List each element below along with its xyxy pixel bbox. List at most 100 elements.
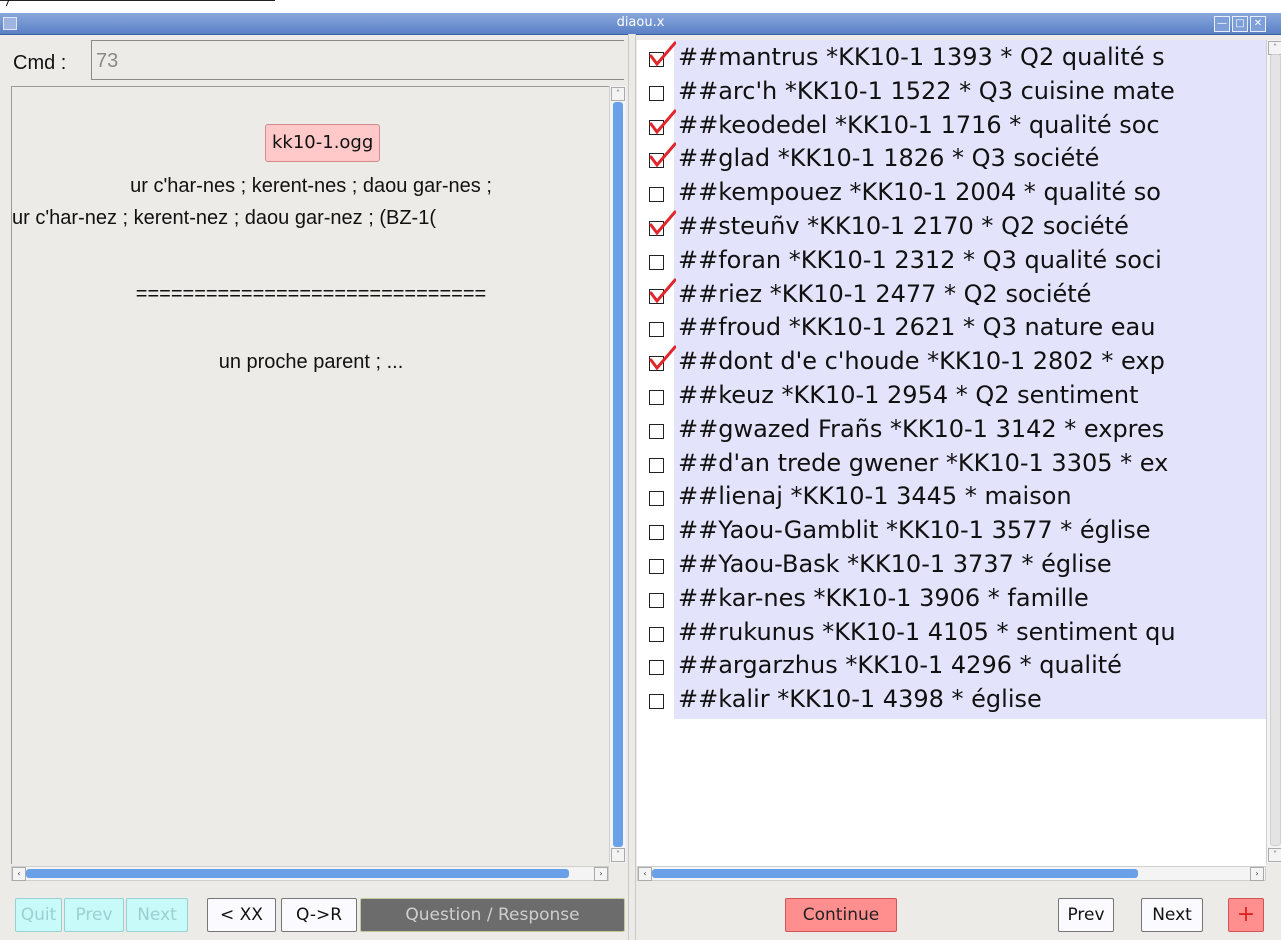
item-label: ##kar-nes *KK10-1 3906 * famille xyxy=(678,583,1089,612)
scroll-left-icon[interactable]: ‹ xyxy=(12,867,26,881)
item-checkbox[interactable] xyxy=(649,187,664,203)
right-vertical-scrollbar[interactable]: ˄ ˅ xyxy=(1266,40,1281,863)
back-xx-button[interactable]: < XX xyxy=(207,898,276,932)
item-checkbox[interactable] xyxy=(649,423,664,439)
item-label: ##riez *KK10-1 2477 * Q2 société xyxy=(678,279,1092,308)
item-label: ##dont d'e c'houde *KK10-1 2802 * exp xyxy=(678,347,1165,376)
item-label: ##keodedel *KK10-1 1716 * qualité soc xyxy=(678,110,1160,139)
question-line-2: ur c'har-nez ; kerent-nez ; daou gar-nez… xyxy=(12,207,436,229)
checkmark-icon xyxy=(649,210,676,236)
list-item[interactable]: ##dont d'e c'houde *KK10-1 2802 * exp xyxy=(637,344,1266,378)
item-label: ##rukunus *KK10-1 4105 * sentiment qu xyxy=(678,617,1176,646)
item-checkbox[interactable] xyxy=(649,660,664,676)
app-window: diaou.x — □ ✕ Cmd : 73 kk10-1.ogg ur c'h… xyxy=(0,13,1281,940)
item-label: ##steuñv *KK10-1 2170 * Q2 société xyxy=(678,212,1129,240)
left-vertical-scrollbar[interactable]: ˄ ˅ xyxy=(609,86,626,863)
audio-play-button[interactable]: kk10-1.ogg xyxy=(265,124,381,162)
right-hscroll-thumb[interactable] xyxy=(652,869,1138,878)
item-label: ##Yaou-Bask *KK10-1 3737 * église xyxy=(678,550,1112,578)
item-checkbox[interactable] xyxy=(649,457,664,473)
item-checkbox[interactable] xyxy=(649,626,664,642)
list-item[interactable]: ##riez *KK10-1 2477 * Q2 société xyxy=(637,277,1266,311)
item-checkbox[interactable] xyxy=(649,592,664,608)
checkmark-icon xyxy=(649,41,676,67)
list-item[interactable]: ##kempouez *KK10-1 2004 * qualité so xyxy=(637,175,1266,209)
list-item[interactable]: ##arc'h *KK10-1 1522 * Q3 cuisine mate xyxy=(637,74,1266,108)
response-line: un proche parent ; ... xyxy=(218,351,404,373)
list-item[interactable]: ##keodedel *KK10-1 1716 * qualité soc xyxy=(637,108,1266,142)
cmd-label: Cmd : xyxy=(13,52,67,74)
list-item[interactable]: ##steuñv *KK10-1 2170 * Q2 société xyxy=(637,209,1266,243)
list-item[interactable]: ##glad *KK10-1 1826 * Q3 société xyxy=(637,141,1266,175)
list-item[interactable]: ##Yaou-Gamblit *KK10-1 3577 * église xyxy=(637,513,1266,547)
list-item[interactable]: ##keuz *KK10-1 2954 * Q2 sentiment xyxy=(637,378,1266,412)
list-item[interactable]: ##argarzhus *KK10-1 4296 * qualité xyxy=(637,648,1266,682)
item-label: ##glad *KK10-1 1826 * Q3 société xyxy=(678,144,1100,173)
list-item[interactable]: ##d'an trede gwener *KK10-1 3305 * ex xyxy=(637,446,1266,480)
checkmark-icon xyxy=(649,142,676,168)
left-horizontal-scrollbar[interactable]: ‹ › xyxy=(11,866,609,881)
prev-button[interactable]: Prev xyxy=(64,898,124,932)
question-view: kk10-1.ogg ur c'har-nes ; kerent-nes ; d… xyxy=(11,86,610,864)
list-item[interactable]: ##Yaou-Bask *KK10-1 3737 * église xyxy=(637,547,1266,581)
window-title: diaou.x xyxy=(616,15,665,30)
item-label: ##kempouez *KK10-1 2004 * qualité so xyxy=(678,178,1161,207)
top-corner-mark: 7 xyxy=(0,0,275,13)
add-button[interactable]: + xyxy=(1228,898,1264,932)
list-item[interactable]: ##gwazed Frañs *KK10-1 3142 * expres xyxy=(637,412,1266,446)
list-item[interactable]: ##rukunus *KK10-1 4105 * sentiment qu xyxy=(637,615,1266,649)
checkmark-icon xyxy=(649,109,676,134)
scroll-down-icon[interactable]: ˅ xyxy=(1268,848,1281,862)
item-checkbox[interactable] xyxy=(649,254,664,270)
item-label: ##kalir *KK10-1 4398 * église xyxy=(678,685,1042,714)
quit-button[interactable]: Quit xyxy=(15,898,62,932)
scroll-up-icon[interactable]: ˄ xyxy=(611,87,625,101)
item-checkbox[interactable] xyxy=(649,85,664,101)
scroll-right-icon[interactable]: › xyxy=(1250,867,1264,881)
minimize-icon[interactable]: — xyxy=(1214,16,1230,32)
checkmark-icon xyxy=(649,278,676,303)
scroll-left-icon[interactable]: ‹ xyxy=(638,867,652,881)
q-to-r-button[interactable]: Q->R xyxy=(281,898,357,932)
item-label: ##d'an trede gwener *KK10-1 3305 * ex xyxy=(678,448,1169,477)
item-label: ##foran *KK10-1 2312 * Q3 qualité soci xyxy=(678,245,1162,274)
list-next-button[interactable]: Next xyxy=(1141,898,1203,932)
titlebar: diaou.x — □ ✕ xyxy=(0,13,1281,35)
maximize-icon[interactable]: □ xyxy=(1232,16,1248,32)
item-label: ##arc'h *KK10-1 1522 * Q3 cuisine mate xyxy=(678,76,1175,105)
list-item[interactable]: ##mantrus *KK10-1 1393 * Q2 qualité s xyxy=(637,40,1266,74)
right-horizontal-scrollbar[interactable]: ‹ › xyxy=(637,866,1266,881)
item-checkbox[interactable] xyxy=(649,694,664,710)
list-item[interactable]: ##kalir *KK10-1 4398 * église xyxy=(637,682,1266,716)
item-checkbox[interactable] xyxy=(649,390,664,405)
question-response-button[interactable]: Question / Response xyxy=(360,898,625,932)
item-checkbox[interactable] xyxy=(649,559,664,574)
right-vscroll-thumb[interactable] xyxy=(1270,54,1281,846)
corner-mark-text: 7 xyxy=(4,0,11,9)
left-hscroll-thumb[interactable] xyxy=(26,869,569,878)
item-label: ##lienaj *KK10-1 3445 * maison xyxy=(678,482,1072,511)
item-label: ##mantrus *KK10-1 1393 * Q2 qualité s xyxy=(678,43,1165,71)
item-label: ##Yaou-Gamblit *KK10-1 3577 * église xyxy=(678,516,1151,545)
close-icon[interactable]: ✕ xyxy=(1250,16,1266,32)
scroll-up-icon[interactable]: ˄ xyxy=(1268,41,1281,55)
list-item[interactable]: ##kar-nes *KK10-1 3906 * famille xyxy=(637,581,1266,615)
item-checkbox[interactable] xyxy=(649,491,664,507)
checkmark-icon xyxy=(649,345,676,371)
left-vscroll-thumb[interactable] xyxy=(613,102,623,847)
item-label: ##gwazed Frañs *KK10-1 3142 * expres xyxy=(678,414,1165,443)
next-button[interactable]: Next xyxy=(126,898,188,932)
list-item[interactable]: ##lienaj *KK10-1 3445 * maison xyxy=(637,479,1266,513)
continue-button[interactable]: Continue xyxy=(785,898,897,932)
separator-line: ============================== xyxy=(135,283,487,305)
scroll-right-icon[interactable]: › xyxy=(594,867,608,881)
scroll-down-icon[interactable]: ˅ xyxy=(611,848,625,862)
word-list: ##mantrus *KK10-1 1393 * Q2 qualité s ##a… xyxy=(637,40,1266,876)
list-item[interactable]: ##froud *KK10-1 2621 * Q3 nature eau xyxy=(637,310,1266,344)
list-prev-button[interactable]: Prev xyxy=(1058,898,1114,932)
list-item[interactable]: ##foran *KK10-1 2312 * Q3 qualité soci xyxy=(637,243,1266,277)
cmd-input[interactable]: 73 xyxy=(91,40,624,80)
item-checkbox[interactable] xyxy=(649,525,664,541)
pane-splitter[interactable] xyxy=(628,34,636,940)
item-checkbox[interactable] xyxy=(649,322,664,338)
